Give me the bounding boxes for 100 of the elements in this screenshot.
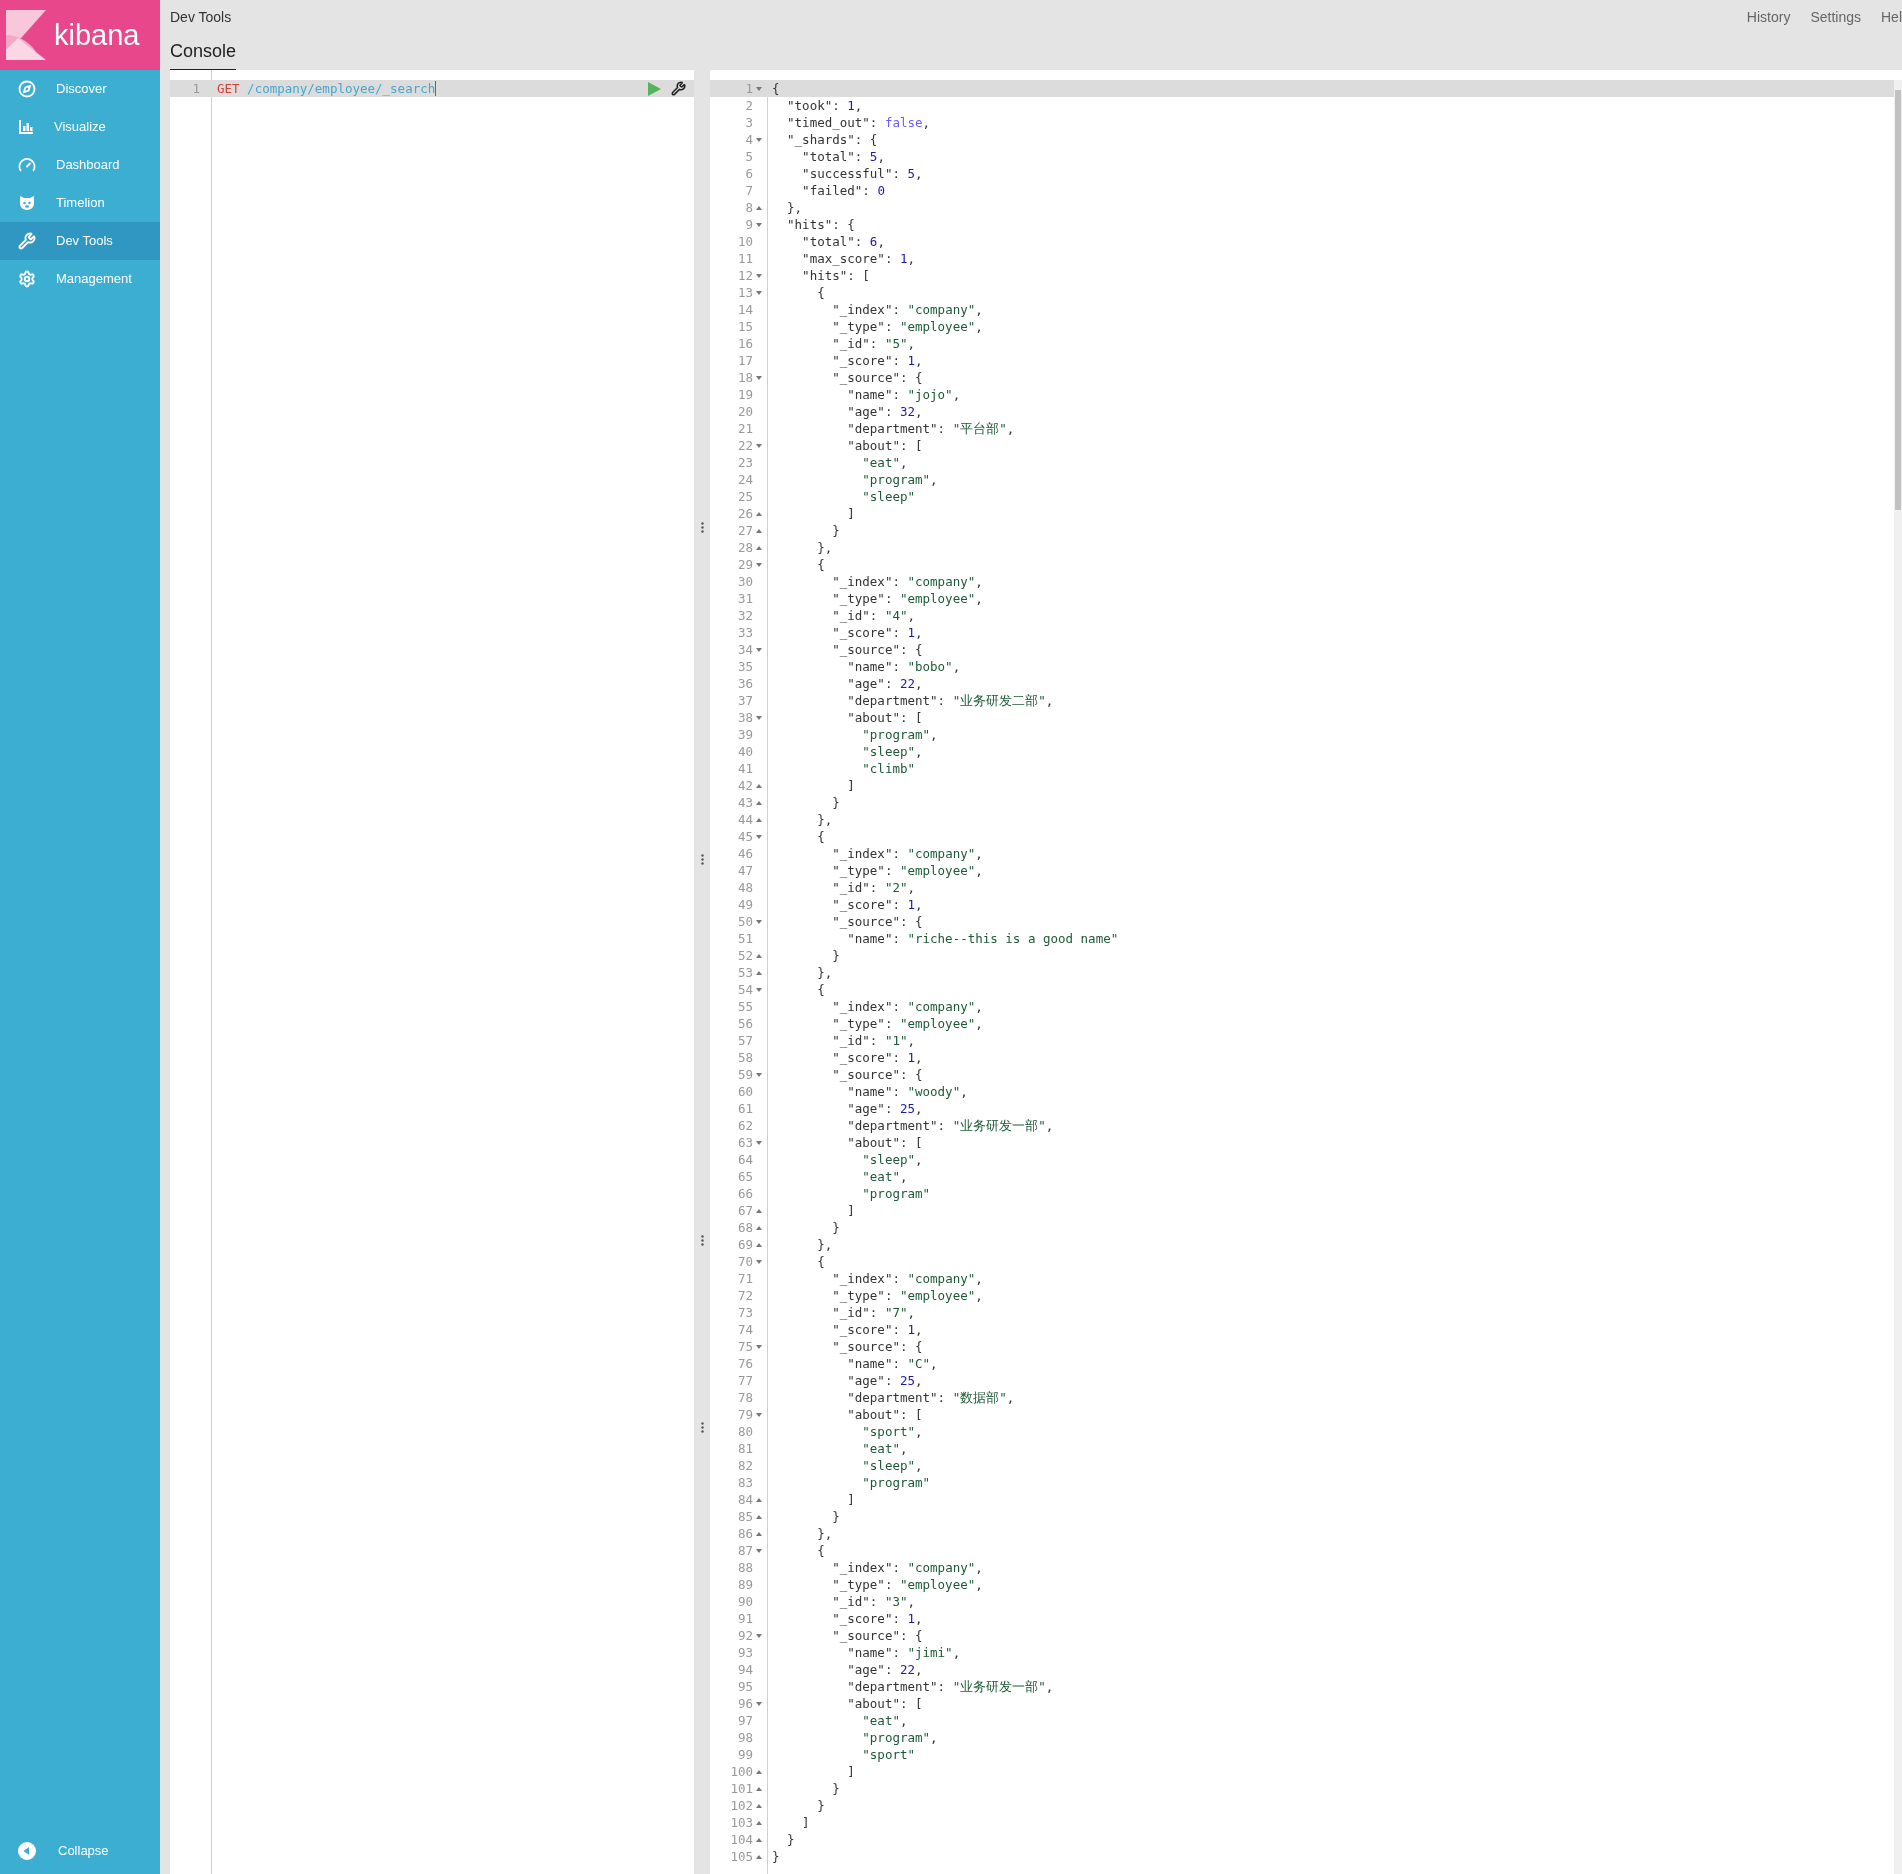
line-number: 1 — [191, 80, 200, 97]
fold-caret-icon[interactable] — [755, 375, 762, 380]
unfold-caret-icon[interactable] — [755, 800, 762, 805]
unfold-caret-icon[interactable] — [755, 953, 762, 958]
unfold-caret-icon[interactable] — [755, 1803, 762, 1808]
logo-text: kibana — [54, 20, 140, 50]
response-code-line: "sleep", — [861, 1457, 923, 1474]
response-code-line: }, — [786, 199, 803, 216]
fold-caret-icon[interactable] — [755, 86, 762, 91]
fold-caret-icon[interactable] — [755, 290, 762, 295]
line-number: 17 — [736, 352, 753, 369]
fold-caret-icon[interactable] — [755, 1259, 762, 1264]
unfold-caret-icon[interactable] — [755, 1820, 762, 1825]
fold-caret-icon[interactable] — [755, 273, 762, 278]
unfold-caret-icon[interactable] — [755, 1786, 762, 1791]
line-number: 55 — [736, 998, 753, 1015]
response-code-line: "department": "业务研发一部", — [846, 1678, 1054, 1695]
unfold-caret-icon[interactable] — [755, 1225, 762, 1230]
unfold-caret-icon[interactable] — [755, 1854, 762, 1859]
sidebar-item[interactable]: Dev Tools — [0, 222, 160, 260]
response-code-line: } — [831, 794, 840, 811]
fold-caret-icon[interactable] — [755, 647, 762, 652]
fold-caret-icon[interactable] — [755, 137, 762, 142]
scrollbar-thumb[interactable] — [1895, 90, 1901, 510]
wrench-icon[interactable] — [671, 81, 686, 96]
response-code-line: "_source": { — [831, 1066, 923, 1083]
unfold-caret-icon[interactable] — [755, 528, 762, 533]
fold-caret-icon[interactable] — [755, 1344, 762, 1349]
line-number: 69 — [736, 1236, 753, 1253]
unfold-caret-icon[interactable] — [755, 783, 762, 788]
response-code-line: "_score": 1, — [831, 1049, 923, 1066]
unfold-caret-icon[interactable] — [755, 1531, 762, 1536]
unfold-caret-icon[interactable] — [755, 1514, 762, 1519]
drag-handle-icon[interactable] — [701, 1235, 704, 1246]
unfold-caret-icon[interactable] — [755, 511, 762, 516]
drag-handle-icon[interactable] — [701, 854, 704, 865]
header-link[interactable]: Hel — [1881, 7, 1902, 28]
line-number: 74 — [736, 1321, 753, 1338]
response-code-line: }, — [816, 964, 833, 981]
fold-caret-icon[interactable] — [755, 1072, 762, 1077]
line-number: 20 — [736, 403, 753, 420]
sidebar-item[interactable]: Dashboard — [0, 146, 160, 184]
line-number: 100 — [729, 1763, 753, 1780]
unfold-caret-icon[interactable] — [755, 205, 762, 210]
line-number: 28 — [736, 539, 753, 556]
request-editor[interactable]: 1 GET /company/employee/_search — [170, 70, 694, 1874]
fold-caret-icon[interactable] — [755, 1140, 762, 1145]
line-number: 50 — [736, 913, 753, 930]
response-code-line: }, — [816, 539, 833, 556]
fold-caret-icon[interactable] — [755, 715, 762, 720]
fold-caret-icon[interactable] — [755, 1701, 762, 1706]
unfold-caret-icon[interactable] — [755, 1242, 762, 1247]
unfold-caret-icon[interactable] — [755, 817, 762, 822]
response-code-line: "name": "riche--this is a good name" — [846, 930, 1119, 947]
response-code-line: "department": "平台部", — [846, 420, 1015, 437]
unfold-caret-icon[interactable] — [755, 970, 762, 975]
unfold-caret-icon[interactable] — [755, 545, 762, 550]
response-code-line: "name": "bobo", — [846, 658, 961, 675]
fold-caret-icon[interactable] — [755, 443, 762, 448]
line-number: 10 — [736, 233, 753, 250]
sidebar-item[interactable]: Management — [0, 260, 160, 298]
fold-caret-icon[interactable] — [755, 222, 762, 227]
fold-caret-icon[interactable] — [755, 834, 762, 839]
response-code-line: "total": 5, — [801, 148, 885, 165]
fold-caret-icon[interactable] — [755, 562, 762, 567]
scrollbar[interactable] — [1894, 80, 1902, 1874]
line-number: 91 — [736, 1610, 753, 1627]
line-number: 23 — [736, 454, 753, 471]
drag-handle-icon[interactable] — [701, 522, 704, 533]
sidebar-item[interactable]: Timelion — [0, 184, 160, 222]
response-code-line: "_type": "employee", — [831, 318, 983, 335]
response-code-line: "age": 25, — [846, 1372, 923, 1389]
collapse-button[interactable]: Collapse — [0, 1832, 160, 1870]
line-number: 9 — [744, 216, 753, 233]
response-code-line: "_index": "company", — [831, 845, 983, 862]
line-number: 95 — [736, 1678, 753, 1695]
fold-caret-icon[interactable] — [755, 1633, 762, 1638]
response-code-line: "sport", — [861, 1423, 923, 1440]
unfold-caret-icon[interactable] — [755, 1497, 762, 1502]
fold-caret-icon[interactable] — [755, 987, 762, 992]
unfold-caret-icon[interactable] — [755, 1769, 762, 1774]
unfold-caret-icon[interactable] — [755, 1837, 762, 1842]
unfold-caret-icon[interactable] — [755, 1208, 762, 1213]
line-number: 53 — [736, 964, 753, 981]
response-code-line: "_score": 1, — [831, 352, 923, 369]
header-link[interactable]: Settings — [1810, 7, 1861, 28]
line-number: 31 — [736, 590, 753, 607]
fold-caret-icon[interactable] — [755, 919, 762, 924]
line-number: 92 — [736, 1627, 753, 1644]
response-code-line: "_index": "company", — [831, 998, 983, 1015]
drag-handle-icon[interactable] — [701, 1422, 704, 1433]
line-number: 89 — [736, 1576, 753, 1593]
response-code-line: "_id": "2", — [831, 879, 916, 896]
sidebar-item[interactable]: Visualize — [0, 108, 160, 146]
response-code-line: "climb" — [861, 760, 915, 777]
sidebar-item[interactable]: Discover — [0, 70, 160, 108]
fold-caret-icon[interactable] — [755, 1548, 762, 1553]
response-code-line: "program" — [861, 1474, 931, 1491]
header-link[interactable]: History — [1746, 7, 1791, 28]
fold-caret-icon[interactable] — [755, 1412, 762, 1417]
